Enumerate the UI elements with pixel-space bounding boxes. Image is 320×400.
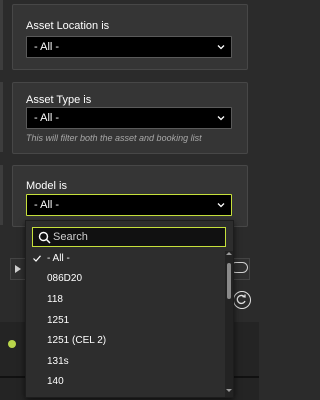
- dropdown-option[interactable]: 131s: [26, 352, 224, 372]
- chevron-down-icon: [217, 45, 225, 50]
- option-label: - All -: [47, 253, 70, 264]
- side-border: [0, 82, 3, 152]
- refresh-button[interactable]: [233, 291, 251, 309]
- dropdown-option-all[interactable]: - All -: [26, 249, 224, 269]
- model-dropdown-menu: - All - 086D20 118 1251 1251 (CEL 2) 131…: [25, 220, 234, 398]
- asset-type-select[interactable]: - All -: [26, 107, 232, 129]
- option-label: 1251: [47, 315, 70, 326]
- asset-type-label: Asset Type is: [26, 94, 92, 106]
- model-card: Model is - All -: [12, 165, 248, 227]
- dropdown-option[interactable]: 086D20: [26, 269, 224, 289]
- option-label: 131s: [47, 356, 69, 367]
- asset-location-card: Asset Location is - All -: [12, 4, 248, 70]
- scroll-up-icon[interactable]: [226, 251, 232, 256]
- asset-location-value: - All -: [34, 41, 60, 53]
- option-label: 118: [47, 294, 63, 305]
- model-select[interactable]: - All -: [26, 194, 232, 216]
- asset-type-value: - All -: [34, 112, 60, 124]
- dropdown-option[interactable]: 1251: [26, 311, 224, 331]
- dropdown-scrollbar[interactable]: [225, 251, 233, 397]
- option-label: 086D20: [47, 273, 83, 284]
- option-label: 1251 (CEL 2): [47, 335, 107, 346]
- check-icon: [33, 255, 41, 262]
- asset-location-select[interactable]: - All -: [26, 36, 232, 58]
- chevron-down-icon: [217, 116, 225, 121]
- model-label: Model is: [26, 180, 67, 192]
- dropdown-search-input[interactable]: [53, 230, 218, 244]
- asset-type-hint: This will filter both the asset and book…: [26, 133, 202, 143]
- search-icon: [38, 231, 51, 244]
- dropdown-option[interactable]: 140: [26, 372, 224, 392]
- asset-location-label: Asset Location is: [26, 20, 110, 32]
- play-icon[interactable]: [15, 265, 21, 273]
- scroll-down-icon[interactable]: [226, 388, 232, 393]
- model-value: - All -: [34, 199, 60, 211]
- scrollbar-thumb[interactable]: [227, 263, 231, 299]
- dropdown-option[interactable]: 118: [26, 290, 224, 310]
- dropdown-search-field[interactable]: [32, 227, 226, 247]
- refresh-icon: [236, 294, 246, 305]
- status-indicator: [8, 340, 16, 348]
- asset-type-card: Asset Type is - All - This will filter b…: [12, 82, 248, 154]
- dropdown-option[interactable]: 1251 (CEL 2): [26, 331, 224, 351]
- side-border: [0, 165, 3, 225]
- option-label: 140: [47, 376, 64, 387]
- side-border: [0, 0, 3, 70]
- chevron-down-icon: [217, 203, 225, 208]
